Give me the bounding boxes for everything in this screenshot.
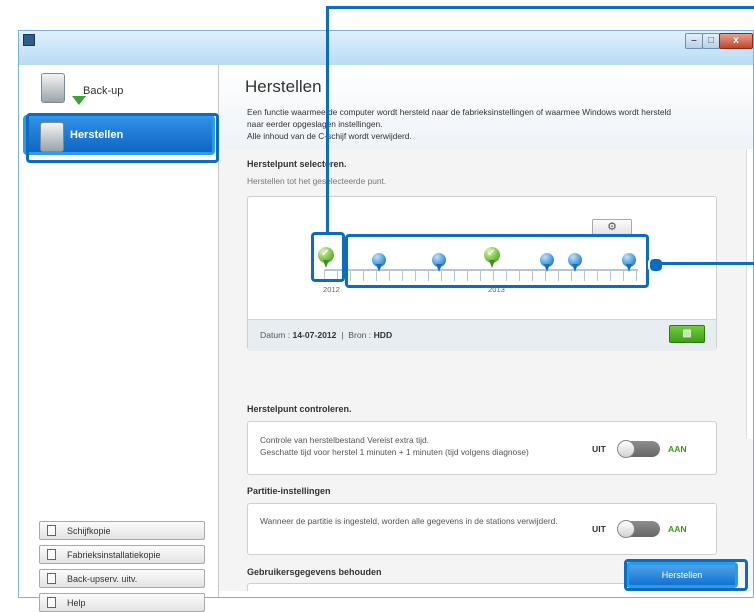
callout-box-sidebar-selection	[26, 113, 219, 163]
help-button[interactable]: Help	[39, 593, 205, 612]
maximize-button[interactable]: □	[702, 33, 720, 49]
page-header: Herstellen Een functie waarmee de comput…	[219, 65, 753, 150]
callout-line	[660, 262, 754, 265]
factory-copy-icon	[47, 549, 56, 560]
section-title-check: Herstelpunt controleren.	[247, 404, 352, 414]
toggle-off-label: UIT	[592, 444, 606, 454]
factory-copy-button[interactable]: Fabrieksinstallatiekopie	[39, 545, 205, 564]
vertical-scrollbar[interactable]	[746, 149, 753, 439]
description-line: naar eerder opgeslagen instellingen.	[247, 119, 383, 129]
separator: |	[341, 330, 344, 340]
toggle-switch[interactable]	[617, 520, 660, 538]
date-label: Datum :	[260, 330, 291, 340]
disk-copy-icon	[47, 525, 56, 536]
section-title-partition: Partitie-instellingen	[247, 486, 331, 496]
restore-point-details: Datum : 14-07-2012 | Bron : HDD ▩	[248, 319, 716, 351]
callout-box-restore-points	[345, 234, 649, 288]
callout-box-selected-pin	[311, 232, 345, 282]
disk-copy-button[interactable]: Schijfkopie	[39, 521, 205, 540]
partition-toggle[interactable]: UIT AAN	[592, 520, 702, 538]
check-line: Controle van herstelbestand Vereist extr…	[260, 435, 429, 445]
date-value: 14-07-2012	[292, 330, 337, 340]
timeline-year: 2012	[323, 285, 340, 294]
toggle-knob[interactable]	[617, 520, 635, 538]
callout-box-restore-button	[624, 559, 748, 591]
button-label: Help	[67, 598, 86, 608]
help-icon	[47, 597, 56, 608]
button-label: Back-upserv. uitv.	[67, 574, 138, 584]
page-title: Herstellen	[245, 77, 322, 96]
check-line: Geschatte tijd voor herstel 1 minuten + …	[260, 447, 529, 457]
sidebar-item-label: Back-up	[83, 85, 124, 97]
settings-scroll-area[interactable]: Herstelpunt selecteren. Herstellen tot h…	[219, 149, 753, 591]
callout-line	[326, 6, 329, 232]
section-title-keep-data: Gebruikersgegevens behouden	[247, 567, 382, 577]
partition-description: Wanneer de partitie is ingesteld, worden…	[260, 516, 558, 526]
close-button[interactable]: x	[719, 33, 753, 49]
check-restore-point-panel: Controle van herstelbestand Vereist extr…	[247, 421, 717, 475]
check-description: Controle van herstelbestand Vereist extr…	[260, 434, 529, 458]
callout-dot	[648, 257, 664, 273]
app-icon	[23, 34, 35, 46]
button-label: Fabrieksinstallatiekopie	[67, 550, 161, 560]
description-line: Een functie waarmee de computer wordt he…	[247, 107, 672, 117]
source-value: HDD	[373, 330, 393, 340]
page-description: Een functie waarmee de computer wordt he…	[247, 106, 717, 142]
source-label: Bron :	[348, 330, 372, 340]
toggle-on-label: AAN	[668, 524, 687, 534]
title-bar[interactable]: – □ x	[19, 31, 753, 65]
minimize-button[interactable]: –	[685, 33, 703, 49]
backup-service-button[interactable]: Back-upserv. uitv.	[39, 569, 205, 588]
partition-settings-panel: Wanneer de partitie is ingesteld, worden…	[247, 503, 717, 555]
toggle-switch[interactable]	[617, 440, 660, 458]
search-icon: ▩	[682, 328, 692, 339]
main-panel: Herstellen Een functie waarmee de comput…	[219, 65, 753, 597]
toggle-on-label: AAN	[668, 444, 687, 454]
section-subtitle: Herstellen tot het geselecteerde punt.	[247, 176, 387, 186]
backup-service-icon	[47, 573, 56, 584]
button-label: Schijfkopie	[67, 526, 111, 536]
description-line: Alle inhoud van de C-schijf wordt verwij…	[247, 131, 412, 141]
toggle-knob[interactable]	[617, 440, 635, 458]
toggle-off-label: UIT	[592, 524, 606, 534]
backup-drive-icon	[41, 73, 86, 105]
inspect-restore-point-button[interactable]: ▩	[669, 325, 705, 343]
restore-point-info: Datum : 14-07-2012 | Bron : HDD	[260, 330, 392, 340]
section-title-restore-point: Herstelpunt selecteren.	[247, 159, 347, 169]
zoom-icon: ⚙	[607, 221, 617, 233]
check-toggle[interactable]: UIT AAN	[592, 440, 702, 458]
sidebar-item-backup[interactable]: Back-up	[19, 71, 218, 113]
callout-line	[326, 6, 754, 9]
